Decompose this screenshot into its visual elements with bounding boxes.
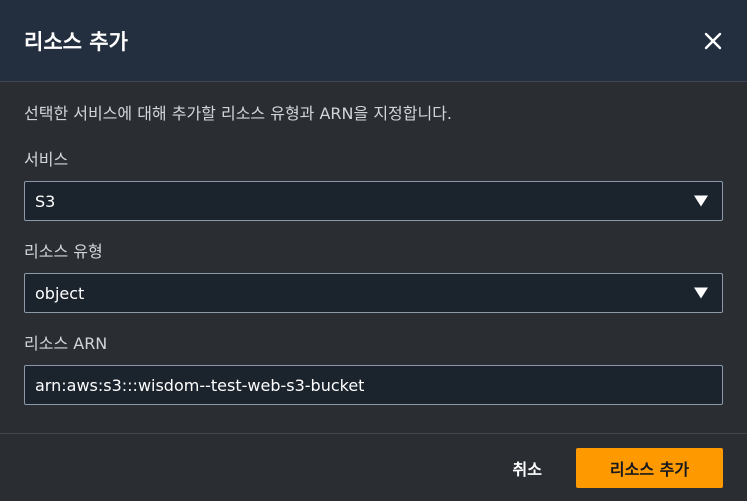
resource-arn-field: 리소스 ARN [24, 335, 723, 405]
caret-down-icon [694, 287, 708, 299]
resource-type-field: 리소스 유형 object [24, 243, 723, 313]
close-icon [704, 32, 722, 49]
resource-type-selected-value: object [35, 283, 85, 303]
resource-type-label: 리소스 유형 [24, 242, 103, 261]
dialog-header: 리소스 추가 [0, 0, 747, 82]
resource-arn-label: 리소스 ARN [24, 334, 108, 353]
dialog-footer: 취소 리소스 추가 [0, 433, 747, 501]
close-button[interactable] [699, 27, 727, 55]
service-selected-value: S3 [35, 191, 56, 211]
caret-down-icon [694, 195, 708, 207]
add-resource-button[interactable]: 리소스 추가 [576, 447, 723, 488]
dialog-description: 선택한 서비스에 대해 추가할 리소스 유형과 ARN을 지정합니다. [24, 104, 452, 123]
dialog-title: 리소스 추가 [24, 29, 128, 54]
dialog-body: 선택한 서비스에 대해 추가할 리소스 유형과 ARN을 지정합니다. 서비스 … [0, 82, 747, 405]
service-select[interactable]: S3 [24, 181, 723, 221]
resource-type-select[interactable]: object [24, 273, 723, 313]
resource-arn-input[interactable] [24, 365, 723, 405]
add-resource-dialog: 리소스 추가 선택한 서비스에 대해 추가할 리소스 유형과 ARN을 지정합니… [0, 0, 747, 501]
service-label: 서비스 [24, 150, 69, 169]
service-field: 서비스 S3 [24, 151, 723, 221]
cancel-button[interactable]: 취소 [501, 448, 554, 488]
